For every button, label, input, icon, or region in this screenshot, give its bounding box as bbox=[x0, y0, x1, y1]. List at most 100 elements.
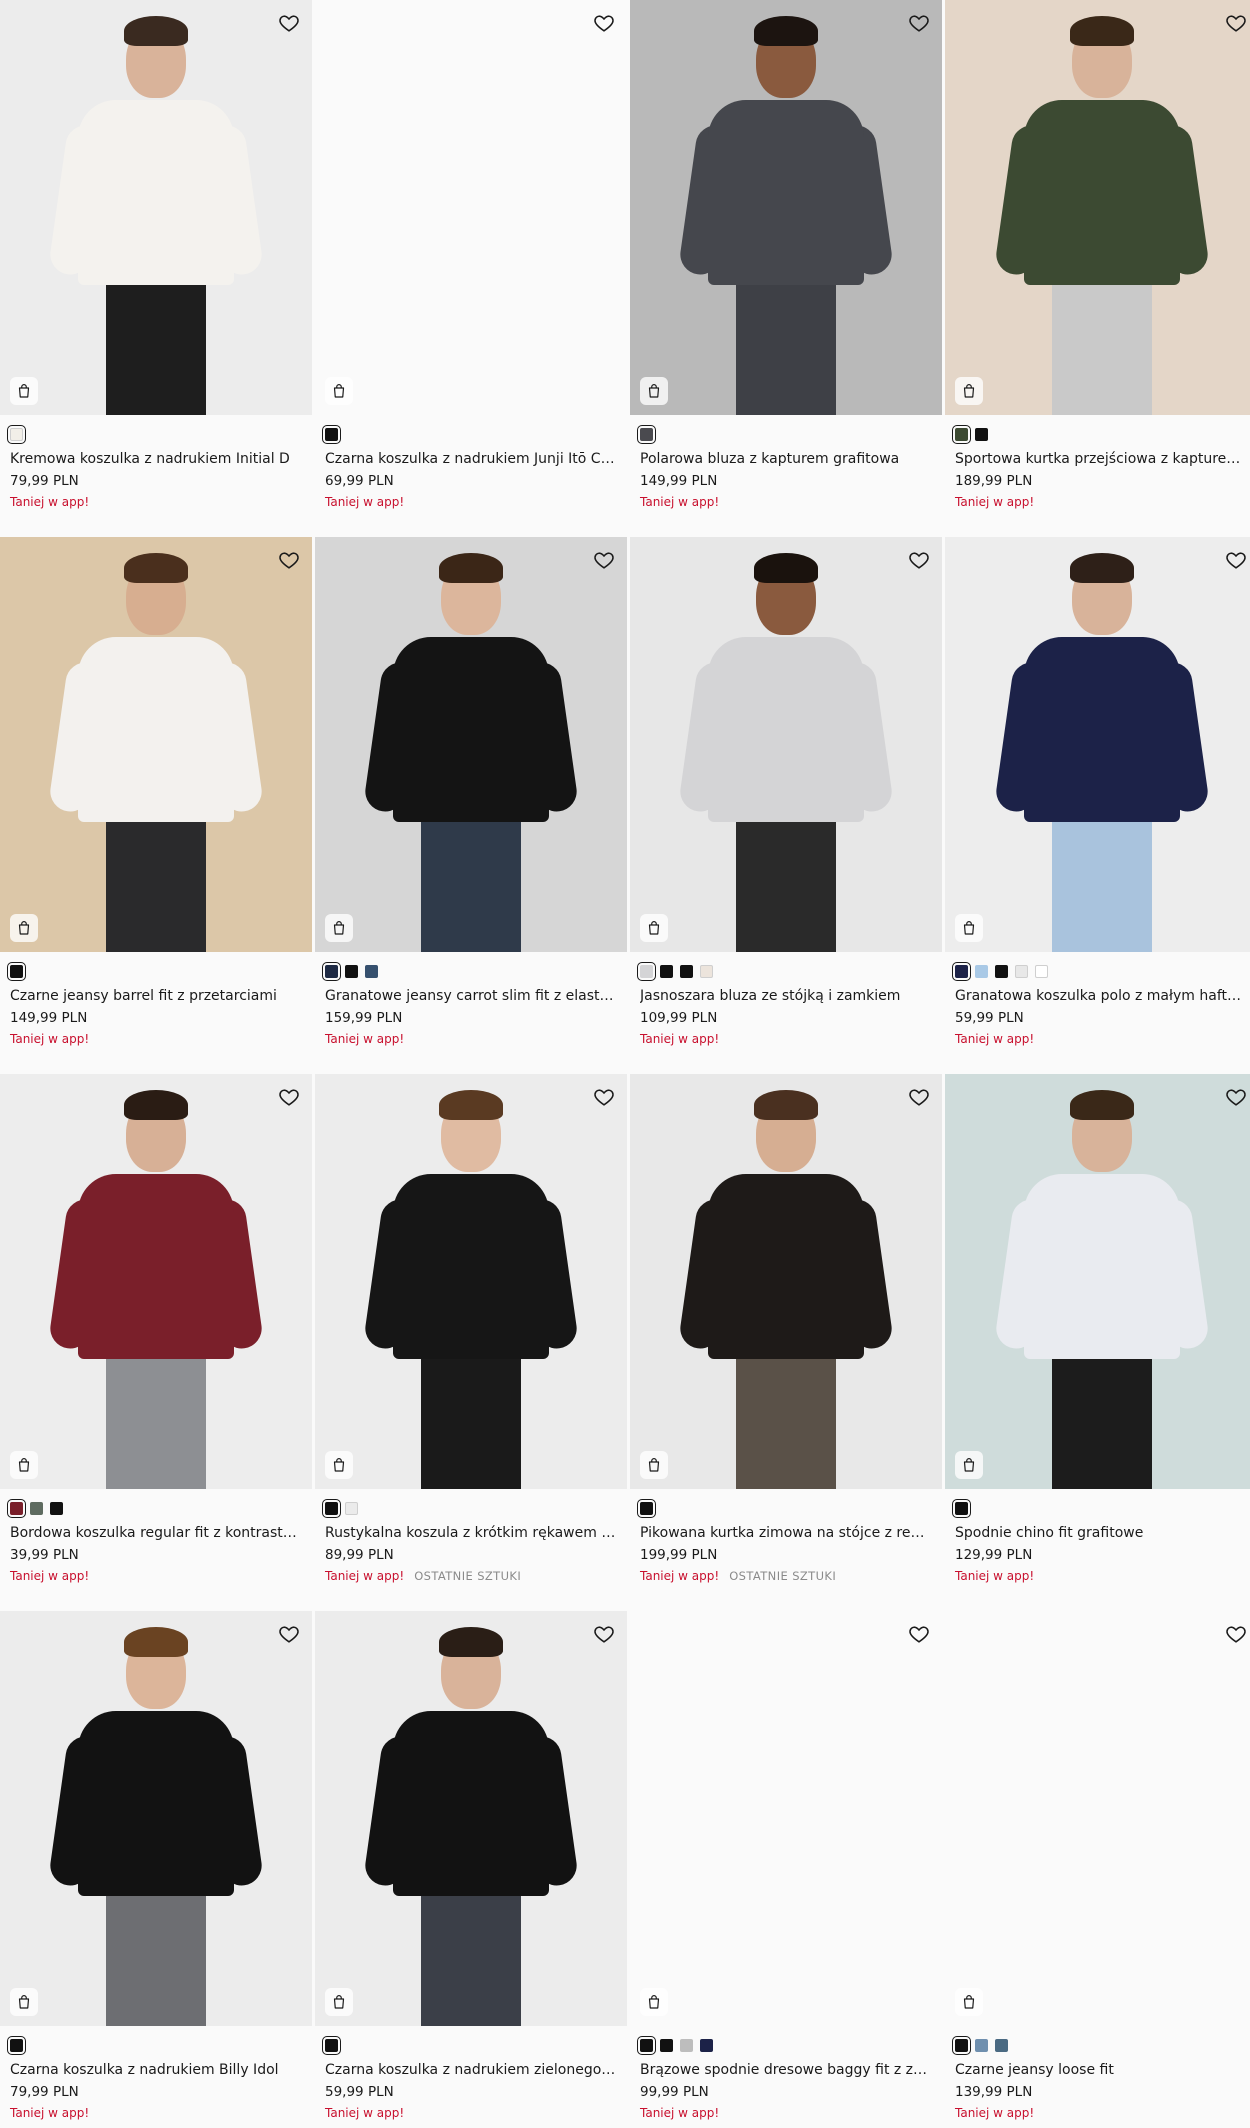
shopping-bag-icon[interactable] bbox=[640, 1451, 668, 1479]
product-name[interactable]: Czarna koszulka z nadrukiem Junji Itō Ca… bbox=[325, 449, 617, 469]
product-image[interactable] bbox=[0, 1611, 312, 2026]
product-name[interactable]: Granatowa koszulka polo z małym haftem bbox=[955, 986, 1249, 1006]
color-swatch[interactable] bbox=[7, 2035, 26, 2055]
product-card[interactable]: Czarna koszulka z nadrukiem Junji Itō Ca… bbox=[315, 0, 627, 537]
shopping-bag-icon[interactable] bbox=[10, 1988, 38, 2016]
heart-icon[interactable] bbox=[908, 12, 930, 34]
color-swatch[interactable] bbox=[700, 964, 713, 978]
product-image[interactable] bbox=[630, 537, 942, 952]
product-card[interactable]: Czarne jeansy loose fit 139,99 PLN Taniej … bbox=[945, 1611, 1250, 2128]
color-swatch[interactable] bbox=[700, 2038, 713, 2052]
color-swatch[interactable] bbox=[637, 1498, 656, 1518]
product-image[interactable] bbox=[0, 537, 312, 952]
heart-icon[interactable] bbox=[278, 12, 300, 34]
product-name[interactable]: Czarna koszulka z nadrukiem Billy Idol bbox=[10, 2060, 302, 2080]
product-name[interactable]: Czarne jeansy barrel fit z przetarciami bbox=[10, 986, 302, 1006]
shopping-bag-icon[interactable] bbox=[955, 914, 983, 942]
shopping-bag-icon[interactable] bbox=[640, 1988, 668, 2016]
color-swatch[interactable] bbox=[1035, 964, 1048, 978]
color-swatch[interactable] bbox=[637, 961, 656, 981]
product-name[interactable]: Bordowa koszulka regular fit z kontrasto… bbox=[10, 1523, 302, 1543]
product-image[interactable] bbox=[945, 0, 1250, 415]
shopping-bag-icon[interactable] bbox=[325, 914, 353, 942]
heart-icon[interactable] bbox=[908, 549, 930, 571]
color-swatch[interactable] bbox=[7, 424, 26, 444]
product-card[interactable]: Polarowa bluza z kapturem grafitowa 149,9… bbox=[630, 0, 942, 537]
product-card[interactable]: Bordowa koszulka regular fit z kontrasto… bbox=[0, 1074, 312, 1611]
product-name[interactable]: Pikowana kurtka zimowa na stójce z regul… bbox=[640, 1523, 932, 1543]
color-swatch[interactable] bbox=[680, 2038, 693, 2052]
product-name[interactable]: Granatowe jeansy carrot slim fit z elast… bbox=[325, 986, 617, 1006]
product-card[interactable]: Czarna koszulka z nadrukiem Billy Idol 79… bbox=[0, 1611, 312, 2128]
color-swatch[interactable] bbox=[952, 1498, 971, 1518]
shopping-bag-icon[interactable] bbox=[10, 914, 38, 942]
product-name[interactable]: Spodnie chino fit grafitowe bbox=[955, 1523, 1249, 1543]
heart-icon[interactable] bbox=[278, 1086, 300, 1108]
product-name[interactable]: Jasnoszara bluza ze stójką i zamkiem bbox=[640, 986, 932, 1006]
product-image[interactable] bbox=[0, 0, 312, 415]
shopping-bag-icon[interactable] bbox=[640, 377, 668, 405]
color-swatch[interactable] bbox=[680, 964, 693, 978]
color-swatch[interactable] bbox=[322, 961, 341, 981]
color-swatch[interactable] bbox=[365, 964, 378, 978]
product-image[interactable] bbox=[630, 1074, 942, 1489]
color-swatch[interactable] bbox=[1015, 964, 1028, 978]
color-swatch[interactable] bbox=[637, 424, 656, 444]
color-swatch[interactable] bbox=[660, 2038, 673, 2052]
product-image[interactable] bbox=[945, 1611, 1250, 2026]
product-card[interactable]: Czarna koszulka z nadrukiem zielonego ko… bbox=[315, 1611, 627, 2128]
color-swatch[interactable] bbox=[975, 964, 988, 978]
color-swatch[interactable] bbox=[975, 427, 988, 441]
shopping-bag-icon[interactable] bbox=[955, 377, 983, 405]
product-name[interactable]: Sportowa kurtka przejściowa z kapturem o… bbox=[955, 449, 1249, 469]
product-name[interactable]: Rustykalna koszula z krótkim rękawem cza… bbox=[325, 1523, 617, 1543]
color-swatch[interactable] bbox=[952, 2035, 971, 2055]
color-swatch[interactable] bbox=[322, 424, 341, 444]
shopping-bag-icon[interactable] bbox=[325, 1988, 353, 2016]
heart-icon[interactable] bbox=[908, 1623, 930, 1645]
shopping-bag-icon[interactable] bbox=[955, 1451, 983, 1479]
product-name[interactable]: Czarna koszulka z nadrukiem zielonego ko… bbox=[325, 2060, 617, 2080]
product-image[interactable] bbox=[315, 537, 627, 952]
color-swatch[interactable] bbox=[952, 424, 971, 444]
product-name[interactable]: Kremowa koszulka z nadrukiem Initial D bbox=[10, 449, 302, 469]
product-card[interactable]: Kremowa koszulka z nadrukiem Initial D 79… bbox=[0, 0, 312, 537]
color-swatch[interactable] bbox=[7, 961, 26, 981]
product-card[interactable]: Brązowe spodnie dresowe baggy fit z zasz… bbox=[630, 1611, 942, 2128]
heart-icon[interactable] bbox=[278, 1623, 300, 1645]
color-swatch[interactable] bbox=[995, 964, 1008, 978]
shopping-bag-icon[interactable] bbox=[955, 1988, 983, 2016]
heart-icon[interactable] bbox=[908, 1086, 930, 1108]
color-swatch[interactable] bbox=[50, 1501, 63, 1515]
product-name[interactable]: Polarowa bluza z kapturem grafitowa bbox=[640, 449, 932, 469]
color-swatch[interactable] bbox=[322, 2035, 341, 2055]
heart-icon[interactable] bbox=[1225, 1623, 1247, 1645]
color-swatch[interactable] bbox=[975, 2038, 988, 2052]
heart-icon[interactable] bbox=[593, 12, 615, 34]
product-card[interactable]: Granatowa koszulka polo z małym haftem 59… bbox=[945, 537, 1250, 1074]
product-image[interactable] bbox=[630, 0, 942, 415]
product-image[interactable] bbox=[315, 1074, 627, 1489]
shopping-bag-icon[interactable] bbox=[325, 377, 353, 405]
shopping-bag-icon[interactable] bbox=[640, 914, 668, 942]
color-swatch[interactable] bbox=[345, 1501, 358, 1515]
product-card[interactable]: Rustykalna koszula z krótkim rękawem cza… bbox=[315, 1074, 627, 1611]
product-card[interactable]: Sportowa kurtka przejściowa z kapturem o… bbox=[945, 0, 1250, 537]
color-swatch[interactable] bbox=[30, 1501, 43, 1515]
product-image[interactable] bbox=[630, 1611, 942, 2026]
color-swatch[interactable] bbox=[637, 2035, 656, 2055]
product-image[interactable] bbox=[315, 0, 627, 415]
product-card[interactable]: Czarne jeansy barrel fit z przetarciami 1… bbox=[0, 537, 312, 1074]
product-name[interactable]: Czarne jeansy loose fit bbox=[955, 2060, 1249, 2080]
product-image[interactable] bbox=[945, 1074, 1250, 1489]
product-image[interactable] bbox=[945, 537, 1250, 952]
color-swatch[interactable] bbox=[7, 1498, 26, 1518]
product-name[interactable]: Brązowe spodnie dresowe baggy fit z zasz… bbox=[640, 2060, 932, 2080]
shopping-bag-icon[interactable] bbox=[10, 377, 38, 405]
color-swatch[interactable] bbox=[995, 2038, 1008, 2052]
shopping-bag-icon[interactable] bbox=[10, 1451, 38, 1479]
heart-icon[interactable] bbox=[593, 1623, 615, 1645]
color-swatch[interactable] bbox=[952, 961, 971, 981]
product-image[interactable] bbox=[315, 1611, 627, 2026]
color-swatch[interactable] bbox=[660, 964, 673, 978]
